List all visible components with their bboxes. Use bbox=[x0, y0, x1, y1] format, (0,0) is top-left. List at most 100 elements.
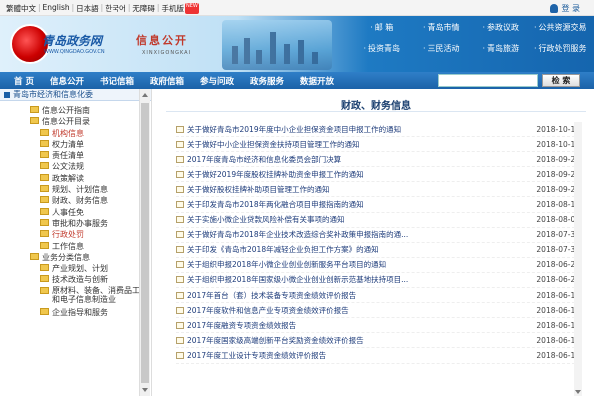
sidebar-item-label[interactable]: 信息公开目录 bbox=[42, 116, 90, 127]
top-link[interactable]: 手机版 bbox=[161, 3, 184, 14]
quick-link[interactable]: 三民活动 bbox=[412, 43, 472, 54]
top-link[interactable]: 无障碍 bbox=[132, 3, 155, 14]
sidebar-item[interactable]: 公文法规 bbox=[30, 161, 151, 172]
scroll-up-arrow-icon[interactable] bbox=[142, 93, 148, 97]
top-link[interactable]: 繁體中文 bbox=[6, 3, 36, 14]
sidebar-item-label[interactable]: 审批和办事服务 bbox=[52, 218, 108, 229]
sidebar-item[interactable]: 原材料、装备、消费品工业和电子信息制造业 bbox=[30, 286, 151, 307]
article-link[interactable]: 2017年度融资专项资金绩效报告 bbox=[187, 320, 528, 331]
sidebar-item[interactable]: 业务分类信息 bbox=[30, 252, 151, 263]
logo-text[interactable]: 青岛政务网 bbox=[42, 32, 102, 49]
list-item[interactable]: 关于做好青岛市2018年企业技术改造综合奖补政策申报指南的通... 2018-07… bbox=[176, 228, 580, 243]
sidebar-item-label[interactable]: 业务分类信息 bbox=[42, 252, 90, 263]
login-label[interactable]: 登 录 bbox=[561, 3, 580, 14]
list-item[interactable]: 2017年度工业设计专项资金绩效评价报告 2018-06-15 bbox=[176, 348, 580, 364]
sidebar-item-label[interactable]: 行政处罚 bbox=[52, 229, 84, 240]
search-button[interactable]: 检 索 bbox=[542, 74, 580, 87]
nav-item[interactable]: 参与问政 bbox=[192, 75, 242, 87]
nav-item[interactable]: 首 页 bbox=[0, 75, 42, 87]
list-item[interactable]: 2017年首台（套）技术装备专项资金绩效评价报告 2018-06-15 bbox=[176, 288, 580, 304]
article-link[interactable]: 关于做好青岛市2018年企业技术改造综合奖补政策申报指南的通... bbox=[187, 229, 528, 240]
main-scrollbar[interactable] bbox=[574, 122, 582, 396]
nav-item[interactable]: 信息公开 bbox=[42, 75, 92, 87]
article-link[interactable]: 关于做好股权挂牌补助项目管理工作的通知 bbox=[187, 184, 528, 195]
list-item[interactable]: 2017年度融资专项资金绩效报告 2018-06-15 bbox=[176, 318, 580, 334]
quick-link[interactable]: 行政处罚服务 bbox=[531, 43, 591, 54]
scroll-down-arrow-icon[interactable] bbox=[142, 388, 148, 392]
sidebar-item-label[interactable]: 规划、计划信息 bbox=[52, 184, 108, 195]
list-item[interactable]: 关于做好中小企业担保资金扶持项目管理工作的通知 2018-10-12 bbox=[176, 137, 580, 153]
list-item[interactable]: 关于组织申报2018年小微企业创业创新服务平台项目的通知 2018-06-27 bbox=[176, 258, 580, 273]
top-link[interactable]: 日本語 bbox=[76, 3, 99, 14]
article-link[interactable]: 关于做好青岛市2019年度中小企业担保资金项目申报工作的通知 bbox=[187, 124, 528, 135]
list-item[interactable]: 2017年度青岛市经济和信息化委员会部门决算 2018-09-29 bbox=[176, 152, 580, 168]
sidebar-item[interactable]: 行政处罚 bbox=[30, 229, 151, 240]
sidebar-item[interactable]: 信息公开指南 bbox=[30, 105, 151, 116]
article-link[interactable]: 2017年度青岛市经济和信息化委员会部门决算 bbox=[187, 154, 528, 165]
list-item[interactable]: 关于印发青岛市2018年两化融合项目申报指南的通知 2018-08-16 bbox=[176, 197, 580, 213]
article-link[interactable]: 2017年度工业设计专项资金绩效评价报告 bbox=[187, 350, 528, 361]
article-link[interactable]: 关于印发青岛市2018年两化融合项目申报指南的通知 bbox=[187, 199, 528, 210]
article-link[interactable]: 关于实施小微企业贷款风险补偿有关事项的通知 bbox=[187, 214, 528, 225]
sidebar-item-label[interactable]: 责任清单 bbox=[52, 150, 84, 161]
list-item[interactable]: 关于做好2019年度股权挂牌补助资金申报工作的通知 2018-09-25 bbox=[176, 167, 580, 183]
list-item[interactable]: 关于做好青岛市2019年度中小企业担保资金项目申报工作的通知 2018-10-12 bbox=[176, 122, 580, 138]
quick-link[interactable]: 参政议政 bbox=[471, 22, 531, 33]
nav-item[interactable]: 书记信箱 bbox=[92, 75, 142, 87]
list-item[interactable]: 关于实施小微企业贷款风险补偿有关事项的通知 2018-08-01 bbox=[176, 213, 580, 228]
sidebar-item[interactable]: 产业规划、计划 bbox=[30, 263, 151, 274]
sidebar-item[interactable]: 企业指导和服务 bbox=[30, 307, 151, 318]
sidebar-item-label[interactable]: 权力清单 bbox=[52, 139, 84, 150]
article-link[interactable]: 2017年首台（套）技术装备专项资金绩效评价报告 bbox=[187, 290, 528, 301]
quick-link[interactable]: 青岛旅游 bbox=[471, 43, 531, 54]
quick-link[interactable]: 邮 箱 bbox=[352, 22, 412, 33]
nav-item[interactable]: 数据开放 bbox=[292, 75, 342, 87]
quick-link[interactable]: 投资青岛 bbox=[352, 43, 412, 54]
sidebar-item-label[interactable]: 财政、财务信息 bbox=[52, 195, 108, 206]
sidebar-item[interactable]: 责任清单 bbox=[30, 150, 151, 161]
sidebar-item-label[interactable]: 技术改造与创新 bbox=[52, 274, 108, 285]
sidebar-item[interactable]: 规划、计划信息 bbox=[30, 184, 151, 195]
sidebar-item[interactable]: 审批和办事服务 bbox=[30, 218, 151, 229]
sidebar-item-label[interactable]: 原材料、装备、消费品工业和电子信息制造业 bbox=[52, 286, 151, 304]
sidebar-item[interactable]: 权力清单 bbox=[30, 139, 151, 150]
sidebar-item-label[interactable]: 政策解读 bbox=[52, 173, 84, 184]
sidebar-item[interactable]: 人事任免 bbox=[30, 207, 151, 218]
quick-link[interactable]: 青岛市情 bbox=[412, 22, 472, 33]
article-link[interactable]: 关于印发《青岛市2018年减轻企业负担工作方案》的通知 bbox=[187, 244, 528, 255]
login-link[interactable]: 登 录 bbox=[550, 3, 580, 14]
quick-link[interactable]: 公共资源交易 bbox=[531, 22, 591, 33]
list-item[interactable]: 关于做好股权挂牌补助项目管理工作的通知 2018-09-25 bbox=[176, 182, 580, 198]
sidebar-item-label[interactable]: 信息公开指南 bbox=[42, 105, 90, 116]
sidebar-item[interactable]: 财政、财务信息 bbox=[30, 195, 151, 206]
sidebar-item[interactable]: 工作信息 bbox=[30, 241, 151, 252]
sidebar-item-label[interactable]: 公文法规 bbox=[52, 161, 84, 172]
article-link[interactable]: 2017年度软件和信息产业专项资金绩效评价报告 bbox=[187, 305, 528, 316]
sidebar-item-label[interactable]: 企业指导和服务 bbox=[52, 307, 108, 318]
sidebar-item-label[interactable]: 工作信息 bbox=[52, 241, 84, 252]
sidebar-item-label[interactable]: 产业规划、计划 bbox=[52, 263, 108, 274]
article-link[interactable]: 2017年度国家级高端创新平台奖励资金绩效评价报告 bbox=[187, 335, 528, 346]
sidebar-item[interactable]: 技术改造与创新 bbox=[30, 274, 151, 285]
sidebar-scrollbar[interactable] bbox=[139, 89, 150, 396]
list-item[interactable]: 关于印发《青岛市2018年减轻企业负担工作方案》的通知 2018-07-30 bbox=[176, 243, 580, 258]
nav-item[interactable]: 政府信箱 bbox=[142, 75, 192, 87]
list-item[interactable]: 关于组织申报2018年国家级小微企业创业创新示范基地扶持项目... 2018-06… bbox=[176, 273, 580, 289]
sidebar-item-label[interactable]: 人事任免 bbox=[52, 207, 84, 218]
scroll-down-arrow-icon[interactable] bbox=[575, 390, 581, 394]
article-link[interactable]: 关于做好2019年度股权挂牌补助资金申报工作的通知 bbox=[187, 169, 528, 180]
article-link[interactable]: 关于做好中小企业担保资金扶持项目管理工作的通知 bbox=[187, 139, 528, 150]
top-link[interactable]: English bbox=[43, 3, 70, 14]
scroll-thumb[interactable] bbox=[141, 103, 149, 383]
sidebar-item[interactable]: 机构信息 bbox=[30, 128, 151, 139]
sidebar-item[interactable]: 信息公开目录 bbox=[30, 116, 151, 127]
list-item[interactable]: 2017年度软件和信息产业专项资金绩效评价报告 2018-06-15 bbox=[176, 303, 580, 319]
search-input[interactable] bbox=[438, 74, 538, 87]
article-link[interactable]: 关于组织申报2018年国家级小微企业创业创新示范基地扶持项目... bbox=[187, 274, 528, 285]
sidebar-item-label[interactable]: 机构信息 bbox=[52, 128, 84, 139]
article-link[interactable]: 关于组织申报2018年小微企业创业创新服务平台项目的通知 bbox=[187, 259, 528, 270]
sidebar-item[interactable]: 政策解读 bbox=[30, 173, 151, 184]
top-link[interactable]: 한국어 bbox=[105, 3, 126, 14]
nav-item[interactable]: 政务服务 bbox=[242, 75, 292, 87]
list-item[interactable]: 2017年度国家级高端创新平台奖励资金绩效评价报告 2018-06-15 bbox=[176, 333, 580, 349]
